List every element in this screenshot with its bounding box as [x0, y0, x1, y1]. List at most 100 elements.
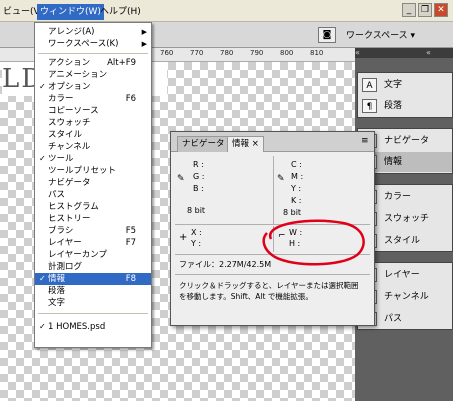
menu-item-character[interactable]: 文字: [35, 297, 151, 309]
dock-collapse-bar[interactable]: « «: [355, 48, 453, 58]
eyedropper-icon: ✎: [177, 174, 185, 184]
menu-item-label: ツール: [48, 154, 74, 164]
divider: [175, 274, 370, 275]
menu-item-arrange[interactable]: アレンジ(A) ▶: [35, 26, 151, 38]
menu-item-label: レイヤーカンプ: [48, 250, 107, 260]
menu-item-tools[interactable]: ✓ ツール: [35, 153, 151, 165]
tab-info[interactable]: 情報 ×: [227, 136, 264, 152]
menu-item-label: カラー: [48, 94, 74, 104]
workspace-dropdown[interactable]: ワークスペース ▾: [346, 28, 415, 41]
dock-item-label: レイヤー: [384, 270, 420, 280]
dock-item-label: パス: [384, 314, 403, 324]
menu-item-paths[interactable]: パス: [35, 189, 151, 201]
menu-item-label: 計測ログ: [48, 262, 83, 272]
ruler-tick: 810: [310, 49, 324, 57]
menu-separator: [38, 53, 148, 54]
dock-item-label: スウォッチ: [384, 214, 430, 224]
menu-shortcut: F8: [125, 274, 136, 284]
menu-item-options[interactable]: ✓ オプション: [35, 81, 151, 93]
dock-item-label: ナビゲータ: [384, 136, 430, 146]
menu-separator: [38, 313, 148, 314]
info-label-x: X :: [191, 228, 202, 237]
menu-shortcut: F5: [125, 226, 136, 236]
menu-item-label: パス: [48, 190, 66, 200]
info-label-k: K :: [291, 196, 302, 205]
check-icon: ✓: [39, 274, 46, 283]
info-label-y: Y :: [291, 184, 302, 193]
menu-item-label: アクション: [48, 58, 91, 68]
menu-item-styles[interactable]: スタイル: [35, 129, 151, 141]
dock-item-label: 文字: [384, 80, 403, 90]
menu-item-label: ツールプリセット: [48, 166, 117, 176]
dock-item-label: カラー: [384, 192, 412, 202]
menu-item-actions[interactable]: アクション Alt+F9: [35, 57, 151, 69]
menu-item-color[interactable]: カラー F6: [35, 93, 151, 105]
panel-tab-bar: ナビゲータ 情報 × ≡: [171, 132, 374, 152]
menu-item-measurement-log[interactable]: 計測ログ: [35, 261, 151, 273]
menu-item-layer-comps[interactable]: レイヤーカンプ: [35, 249, 151, 261]
restore-icon[interactable]: ❐: [418, 3, 432, 17]
menu-item-label: スウォッチ: [48, 118, 91, 128]
menu-item-label: アニメーション: [48, 70, 108, 80]
dock-item-label: 情報: [384, 157, 403, 167]
menu-item-history[interactable]: ヒストリー: [35, 213, 151, 225]
check-icon: ✓: [39, 322, 46, 331]
type-icon: A: [362, 78, 377, 92]
menu-item-label: 1 HOMES.psd: [48, 322, 106, 332]
dock-item-character[interactable]: A 文字: [358, 75, 452, 95]
menu-item-label: スタイル: [48, 130, 83, 140]
menu-item-swatches[interactable]: スウォッチ: [35, 117, 151, 129]
menu-item-label: 文字: [48, 298, 66, 308]
menu-item-label: ヒストリー: [48, 214, 91, 224]
submenu-arrow-icon: ▶: [141, 40, 147, 48]
menu-item-paragraph[interactable]: 段落: [35, 285, 151, 297]
ruler-tick: 800: [280, 49, 294, 57]
menu-item-clone-source[interactable]: コピーソース: [35, 105, 151, 117]
tab-navigator[interactable]: ナビゲータ: [177, 136, 230, 152]
crosshair-icon: +: [179, 232, 188, 243]
menu-item-label: ナビゲータ: [48, 178, 91, 188]
menu-item-histogram[interactable]: ヒストグラム: [35, 201, 151, 213]
menu-item-tool-presets[interactable]: ツールプリセット: [35, 165, 151, 177]
menu-item-label: ワークスペース(K): [48, 39, 119, 49]
menu-item-label: 段落: [48, 286, 66, 296]
tool-hint-line2: を移動します。Shift、Alt で機能拡張。: [179, 292, 313, 301]
menu-item-navigator[interactable]: ナビゲータ: [35, 177, 151, 189]
menu-item-label: アレンジ(A): [48, 27, 95, 37]
check-icon: ✓: [39, 82, 46, 91]
menu-help[interactable]: ヘルプ(H): [97, 4, 144, 20]
dock-item-label: スタイル: [384, 236, 421, 246]
menu-item-label: ブラシ: [48, 226, 74, 236]
menu-item-brushes[interactable]: ブラシ F5: [35, 225, 151, 237]
window-menu-dropdown: アレンジ(A) ▶ ワークスペース(K) ▶ アクション Alt+F9 アニメーション…: [34, 22, 152, 348]
menu-item-animation[interactable]: アニメーション: [35, 69, 151, 81]
menu-item-layers[interactable]: レイヤー F7: [35, 237, 151, 249]
ruler-tick: 790: [250, 49, 264, 57]
menu-shortcut: F7: [125, 238, 136, 248]
eyedropper-icon: ✎: [277, 174, 285, 184]
dock-item-paragraph[interactable]: ¶ 段落: [358, 96, 452, 116]
menu-item-label: オプション: [48, 82, 91, 92]
close-icon[interactable]: ✕: [434, 3, 448, 17]
menu-shortcut: Alt+F9: [107, 58, 136, 68]
menu-item-label: コピーソース: [48, 106, 99, 116]
menu-item-channels[interactable]: チャンネル: [35, 141, 151, 153]
ruler-tick: 760: [160, 49, 174, 57]
minimize-icon[interactable]: _: [402, 3, 416, 17]
paragraph-icon: ¶: [362, 99, 377, 113]
camera-icon[interactable]: ◙: [318, 27, 336, 43]
menu-item-label: ヒストグラム: [48, 202, 99, 212]
info-label-c: C :: [291, 160, 302, 169]
tool-hint-line1: クリック＆ドラッグすると、レイヤーまたは選択範囲: [179, 281, 359, 290]
info-panel: ナビゲータ 情報 × ≡ ✎ R : G : B : 8 bit ✎ C : M…: [170, 131, 375, 326]
menu-item-open-document[interactable]: ✓ 1 HOMES.psd: [35, 321, 151, 333]
info-label-g: G :: [193, 172, 205, 181]
menu-item-label: レイヤー: [48, 238, 82, 248]
menu-item-info[interactable]: ✓ 情報 F8: [35, 273, 151, 285]
menu-item-workspace[interactable]: ワークスペース(K) ▶: [35, 38, 151, 50]
info-label-b: B :: [193, 184, 204, 193]
panel-menu-icon[interactable]: ≡: [361, 136, 369, 146]
submenu-arrow-icon: ▶: [141, 28, 147, 36]
menu-window[interactable]: ウィンドウ(W): [37, 4, 104, 20]
dock-item-label: チャンネル: [384, 292, 429, 302]
